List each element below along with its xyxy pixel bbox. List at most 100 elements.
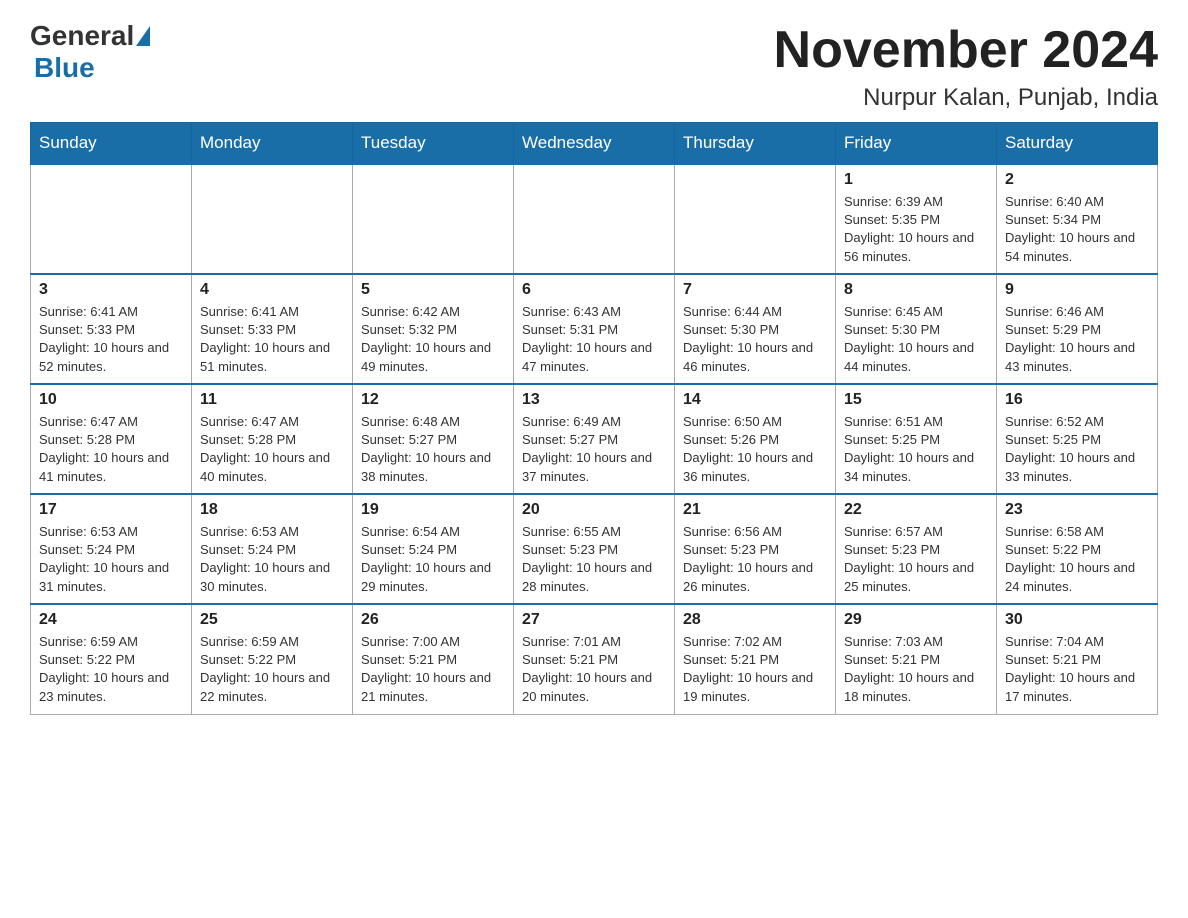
day-info: Sunrise: 6:59 AMSunset: 5:22 PMDaylight:… xyxy=(200,633,344,706)
calendar-cell: 1 Sunrise: 6:39 AMSunset: 5:35 PMDaylight… xyxy=(836,164,997,274)
day-number: 16 xyxy=(1005,391,1149,409)
day-info: Sunrise: 6:57 AMSunset: 5:23 PMDaylight:… xyxy=(844,523,988,596)
day-info: Sunrise: 6:59 AMSunset: 5:22 PMDaylight:… xyxy=(39,633,183,706)
calendar-cell: 11 Sunrise: 6:47 AMSunset: 5:28 PMDayligh… xyxy=(192,384,353,494)
calendar-cell: 10Sunrise: 6:47 AMSunset: 5:28 PMDayligh… xyxy=(31,384,192,494)
day-info: Sunrise: 7:03 AMSunset: 5:21 PMDaylight:… xyxy=(844,633,988,706)
day-number: 5 xyxy=(361,281,505,299)
calendar-cell: 21Sunrise: 6:56 AMSunset: 5:23 PMDayligh… xyxy=(675,494,836,604)
day-info: Sunrise: 7:02 AMSunset: 5:21 PMDaylight:… xyxy=(683,633,827,706)
calendar-cell: 28 Sunrise: 7:02 AMSunset: 5:21 PMDayligh… xyxy=(675,604,836,714)
day-number: 9 xyxy=(1005,281,1149,299)
day-number: 1 xyxy=(844,171,988,189)
title-section: November 2024 Nurpur Kalan, Punjab, Indi… xyxy=(774,20,1158,112)
day-number: 4 xyxy=(200,281,344,299)
day-info: Sunrise: 6:43 AMSunset: 5:31 PMDaylight:… xyxy=(522,303,666,376)
day-number: 30 xyxy=(1005,611,1149,629)
day-number: 15 xyxy=(844,391,988,409)
calendar-cell xyxy=(353,164,514,274)
day-number: 2 xyxy=(1005,171,1149,189)
calendar-cell xyxy=(31,164,192,274)
calendar-cell: 23 Sunrise: 6:58 AMSunset: 5:22 PMDayligh… xyxy=(997,494,1158,604)
day-number: 8 xyxy=(844,281,988,299)
day-info: Sunrise: 6:41 AMSunset: 5:33 PMDaylight:… xyxy=(200,303,344,376)
calendar-cell xyxy=(675,164,836,274)
calendar-cell xyxy=(514,164,675,274)
day-number: 28 xyxy=(683,611,827,629)
calendar-cell: 17Sunrise: 6:53 AMSunset: 5:24 PMDayligh… xyxy=(31,494,192,604)
day-number: 26 xyxy=(361,611,505,629)
calendar-cell: 7 Sunrise: 6:44 AMSunset: 5:30 PMDaylight… xyxy=(675,274,836,384)
day-number: 20 xyxy=(522,501,666,519)
day-info: Sunrise: 6:47 AMSunset: 5:28 PMDaylight:… xyxy=(200,413,344,486)
day-number: 13 xyxy=(522,391,666,409)
calendar-cell: 20 Sunrise: 6:55 AMSunset: 5:23 PMDayligh… xyxy=(514,494,675,604)
column-header-monday: Monday xyxy=(192,123,353,165)
location-title: Nurpur Kalan, Punjab, India xyxy=(774,84,1158,112)
day-info: Sunrise: 6:55 AMSunset: 5:23 PMDaylight:… xyxy=(522,523,666,596)
day-info: Sunrise: 6:56 AMSunset: 5:23 PMDaylight:… xyxy=(683,523,827,596)
column-header-thursday: Thursday xyxy=(675,123,836,165)
day-number: 25 xyxy=(200,611,344,629)
calendar-cell: 5 Sunrise: 6:42 AMSunset: 5:32 PMDaylight… xyxy=(353,274,514,384)
calendar-cell: 22 Sunrise: 6:57 AMSunset: 5:23 PMDayligh… xyxy=(836,494,997,604)
day-number: 7 xyxy=(683,281,827,299)
column-header-tuesday: Tuesday xyxy=(353,123,514,165)
month-title: November 2024 xyxy=(774,20,1158,80)
calendar-cell: 25 Sunrise: 6:59 AMSunset: 5:22 PMDayligh… xyxy=(192,604,353,714)
day-number: 11 xyxy=(200,391,344,409)
day-number: 24 xyxy=(39,611,183,629)
calendar-cell: 3Sunrise: 6:41 AMSunset: 5:33 PMDaylight… xyxy=(31,274,192,384)
calendar-cell: 13 Sunrise: 6:49 AMSunset: 5:27 PMDayligh… xyxy=(514,384,675,494)
week-row-5: 24 Sunrise: 6:59 AMSunset: 5:22 PMDayligh… xyxy=(31,604,1158,714)
calendar-cell xyxy=(192,164,353,274)
day-info: Sunrise: 6:49 AMSunset: 5:27 PMDaylight:… xyxy=(522,413,666,486)
day-info: Sunrise: 6:40 AMSunset: 5:34 PMDaylight:… xyxy=(1005,193,1149,266)
day-info: Sunrise: 6:44 AMSunset: 5:30 PMDaylight:… xyxy=(683,303,827,376)
day-info: Sunrise: 6:52 AMSunset: 5:25 PMDaylight:… xyxy=(1005,413,1149,486)
logo-triangle-icon xyxy=(136,26,150,46)
logo: General Blue xyxy=(30,20,152,84)
day-number: 6 xyxy=(522,281,666,299)
week-row-2: 3Sunrise: 6:41 AMSunset: 5:33 PMDaylight… xyxy=(31,274,1158,384)
column-header-wednesday: Wednesday xyxy=(514,123,675,165)
week-row-1: 1 Sunrise: 6:39 AMSunset: 5:35 PMDaylight… xyxy=(31,164,1158,274)
day-info: Sunrise: 6:42 AMSunset: 5:32 PMDaylight:… xyxy=(361,303,505,376)
calendar-cell: 27 Sunrise: 7:01 AMSunset: 5:21 PMDayligh… xyxy=(514,604,675,714)
day-info: Sunrise: 6:58 AMSunset: 5:22 PMDaylight:… xyxy=(1005,523,1149,596)
day-info: Sunrise: 6:46 AMSunset: 5:29 PMDaylight:… xyxy=(1005,303,1149,376)
calendar-cell: 12Sunrise: 6:48 AMSunset: 5:27 PMDayligh… xyxy=(353,384,514,494)
calendar-cell: 16 Sunrise: 6:52 AMSunset: 5:25 PMDayligh… xyxy=(997,384,1158,494)
day-number: 10 xyxy=(39,391,183,409)
day-info: Sunrise: 6:39 AMSunset: 5:35 PMDaylight:… xyxy=(844,193,988,266)
week-row-3: 10 Sunrise: 6:47 AMSunset: 5:28 PMDayligh… xyxy=(31,384,1158,494)
logo-blue-text: Blue xyxy=(34,52,95,83)
day-info: Sunrise: 7:00 AMSunset: 5:21 PMDaylight:… xyxy=(361,633,505,706)
day-info: Sunrise: 6:51 AMSunset: 5:25 PMDaylight:… xyxy=(844,413,988,486)
day-info: Sunrise: 7:01 AMSunset: 5:21 PMDaylight:… xyxy=(522,633,666,706)
calendar-cell: 2 Sunrise: 6:40 AMSunset: 5:34 PMDaylight… xyxy=(997,164,1158,274)
calendar-header-row: SundayMondayTuesdayWednesdayThursdayFrid… xyxy=(31,123,1158,165)
column-header-sunday: Sunday xyxy=(31,123,192,165)
calendar-cell: 6 Sunrise: 6:43 AMSunset: 5:31 PMDaylight… xyxy=(514,274,675,384)
day-number: 19 xyxy=(361,501,505,519)
calendar-cell: 9 Sunrise: 6:46 AMSunset: 5:29 PMDaylight… xyxy=(997,274,1158,384)
week-row-4: 17 Sunrise: 6:53 AMSunset: 5:24 PMDayligh… xyxy=(31,494,1158,604)
calendar-cell: 29 Sunrise: 7:03 AMSunset: 5:21 PMDayligh… xyxy=(836,604,997,714)
day-number: 17 xyxy=(39,501,183,519)
calendar-cell: 19 Sunrise: 6:54 AMSunset: 5:24 PMDayligh… xyxy=(353,494,514,604)
day-info: Sunrise: 6:53 AMSunset: 5:24 PMDaylight:… xyxy=(200,523,344,596)
calendar-cell: 8Sunrise: 6:45 AMSunset: 5:30 PMDaylight… xyxy=(836,274,997,384)
day-number: 14 xyxy=(683,391,827,409)
day-info: Sunrise: 6:41 AMSunset: 5:33 PMDaylight:… xyxy=(39,303,183,376)
day-number: 27 xyxy=(522,611,666,629)
day-number: 29 xyxy=(844,611,988,629)
day-info: Sunrise: 6:54 AMSunset: 5:24 PMDaylight:… xyxy=(361,523,505,596)
day-number: 18 xyxy=(200,501,344,519)
day-number: 22 xyxy=(844,501,988,519)
page-header: General Blue November 2024 Nurpur Kalan,… xyxy=(30,20,1158,112)
day-info: Sunrise: 6:50 AMSunset: 5:26 PMDaylight:… xyxy=(683,413,827,486)
logo-general-text: General xyxy=(30,20,134,52)
day-number: 23 xyxy=(1005,501,1149,519)
calendar-cell: 30Sunrise: 7:04 AMSunset: 5:21 PMDayligh… xyxy=(997,604,1158,714)
